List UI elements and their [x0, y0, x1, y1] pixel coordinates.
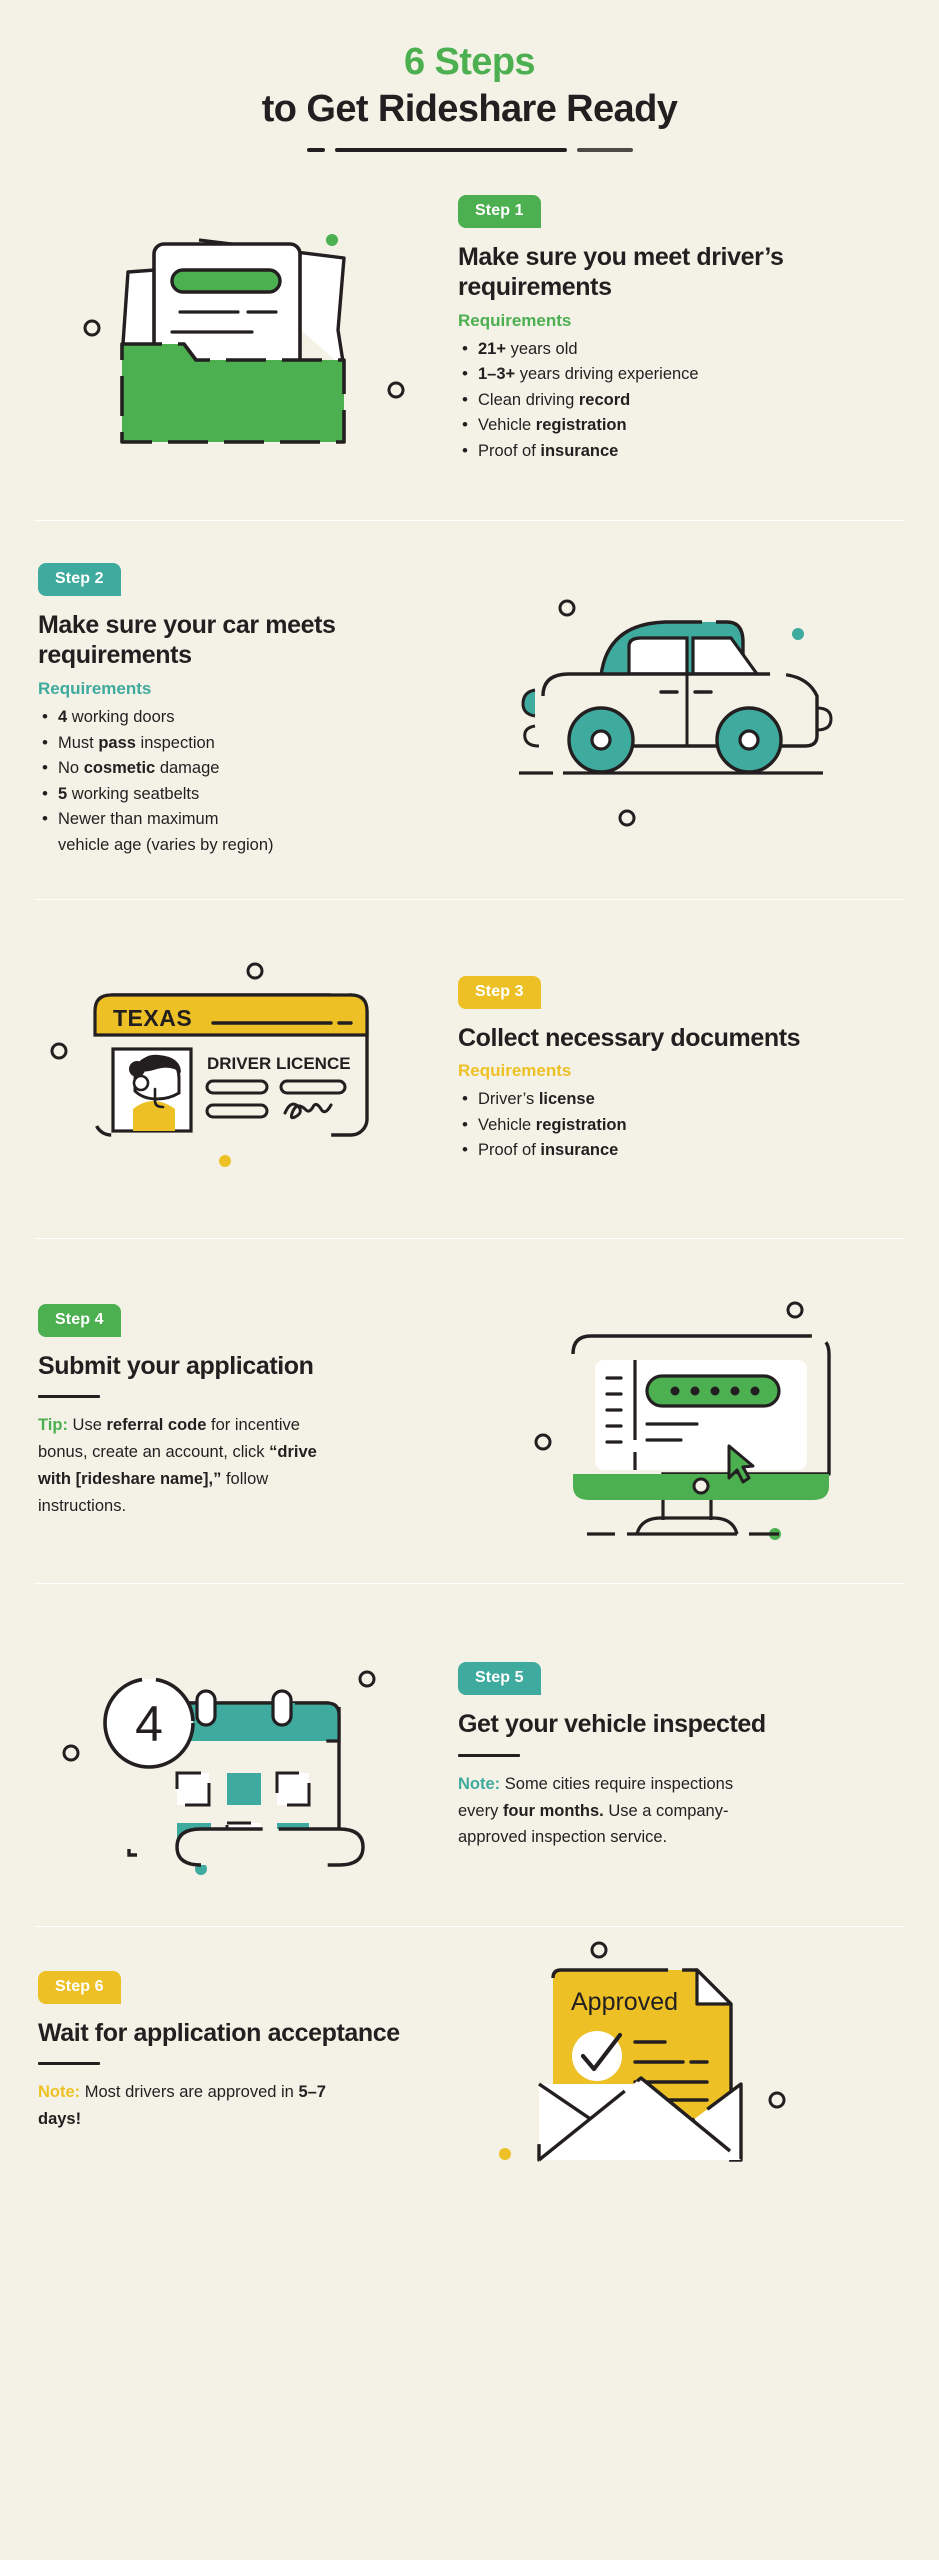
svg-text:TEXAS: TEXAS — [113, 1005, 192, 1031]
section-divider-2 — [34, 898, 905, 900]
step-5-badge: Step 5 — [458, 1662, 541, 1696]
list-item: 4 working doors — [38, 704, 481, 731]
step-5-note: Note: Some cities require inspections ev… — [458, 1774, 734, 1847]
svg-text:DRIVER LICENCE: DRIVER LICENCE — [207, 1054, 351, 1073]
step-2-title: Make sure your car meets requirements — [38, 610, 336, 670]
folder-with-documents-illustration — [34, 200, 454, 460]
page-title-line-1: 6 Steps — [404, 41, 536, 83]
step-4-section: Step 4 Submit your application Tip: Use … — [0, 1277, 939, 1547]
step-3-title: Collect necessary documents — [458, 1023, 801, 1052]
list-item: Must pass inspection — [38, 730, 481, 757]
page-header: 6 Steps to Get Rideshare Ready — [0, 0, 939, 152]
svg-text:Approved: Approved — [571, 1988, 678, 2016]
step-6-rule — [38, 2062, 100, 2066]
step-6-copy: Step 6 Wait for application acceptance N… — [34, 1970, 485, 2133]
step-4-copy: Step 4 Submit your application Tip: Use … — [34, 1303, 485, 1519]
section-divider-3 — [34, 1237, 905, 1239]
step-1-badge: Step 1 — [458, 194, 541, 228]
step-6-section: Approved Step 6 Wait for application acc… — [0, 1927, 939, 2177]
step-1-section: Step 1 Make sure you meet driver’s requi… — [0, 180, 939, 480]
step-3-badge: Step 3 — [458, 975, 541, 1009]
step-3-section: TEXAS DRIVER LICENCE Step 3 Collect nece… — [0, 940, 939, 1200]
step-5-note-lead: Note: — [458, 1774, 501, 1793]
step-6-badge: Step 6 — [38, 1970, 121, 2004]
step-1-requirements-label: Requirements — [458, 310, 572, 330]
step-5-title: Get your vehicle inspected — [458, 1710, 766, 1739]
list-item: Vehicle registration — [458, 1112, 901, 1139]
step-1-title: Make sure you meet driver’s requirements — [458, 242, 784, 302]
page-title-line-2: to Get Rideshare Ready — [261, 87, 678, 130]
step-1-copy: Step 1 Make sure you meet driver’s requi… — [454, 194, 905, 465]
step-5-copy: Step 5 Get your vehicle inspected Note: … — [454, 1662, 905, 1851]
step-2-copy: Step 2 Make sure your car meets requirem… — [34, 562, 485, 858]
list-item: 21+ years old — [458, 336, 901, 363]
list-item: Proof of insurance — [458, 438, 901, 465]
step-4-note: Tip: Use referral code for incentive bon… — [38, 1416, 317, 1515]
list-item: Vehicle registration — [458, 412, 901, 439]
step-5-rule — [458, 1753, 520, 1757]
list-item: 5 working seatbelts — [38, 781, 481, 808]
step-4-note-lead: Tip: — [38, 1416, 68, 1435]
step-5-section: 4 Step 5 Get your vehicle inspected Note… — [0, 1622, 939, 1892]
step-4-badge: Step 4 — [38, 1303, 121, 1337]
step-3-requirements-list: Driver’s license Vehicle registration Pr… — [458, 1086, 901, 1164]
section-divider-4 — [34, 1582, 905, 1584]
step-6-title: Wait for application acceptance — [38, 2018, 400, 2047]
car-side-view-illustration — [485, 586, 905, 836]
title-divider — [297, 147, 643, 152]
infographic-page: 6 Steps to Get Rideshare Ready Step 1 Ma… — [0, 0, 939, 2560]
title-divider-bar — [334, 147, 567, 152]
step-4-title: Submit your application — [38, 1351, 314, 1380]
step-3-copy: Step 3 Collect necessary documents Requi… — [454, 975, 905, 1164]
list-item: Newer than maximumvehicle age (varies by… — [38, 806, 481, 858]
step-4-rule — [38, 1395, 100, 1399]
envelope-approved-illustration: Approved — [485, 1932, 905, 2172]
section-divider-1 — [34, 519, 905, 521]
step-3-requirements-label: Requirements — [458, 1061, 572, 1081]
list-item: 1–3+ years driving experience — [458, 361, 901, 388]
desktop-monitor-form-illustration — [485, 1282, 905, 1542]
step-1-requirements-list: 21+ years old 1–3+ years driving experie… — [458, 336, 901, 465]
title-divider-dash-right — [576, 147, 633, 152]
calendar-four-illustration: 4 — [34, 1637, 454, 1877]
drivers-licence-card-illustration: TEXAS DRIVER LICENCE — [34, 955, 454, 1185]
svg-text:4: 4 — [135, 1696, 163, 1752]
step-2-requirements-list: 4 working doors Must pass inspection No … — [38, 704, 481, 858]
list-item: Driver’s license — [458, 1086, 901, 1113]
list-item: Clean driving record — [458, 387, 901, 414]
step-2-badge: Step 2 — [38, 562, 121, 596]
step-6-note-lead: Note: — [38, 2083, 81, 2102]
title-divider-dash-left — [306, 147, 325, 152]
step-2-section: Step 2 Make sure your car meets requirem… — [0, 561, 939, 861]
step-2-requirements-label: Requirements — [38, 678, 152, 698]
list-item: Proof of insurance — [458, 1137, 901, 1164]
list-item: No cosmetic damage — [38, 755, 481, 782]
step-6-note: Note: Most drivers are approved in 5–7 d… — [38, 2083, 326, 2128]
